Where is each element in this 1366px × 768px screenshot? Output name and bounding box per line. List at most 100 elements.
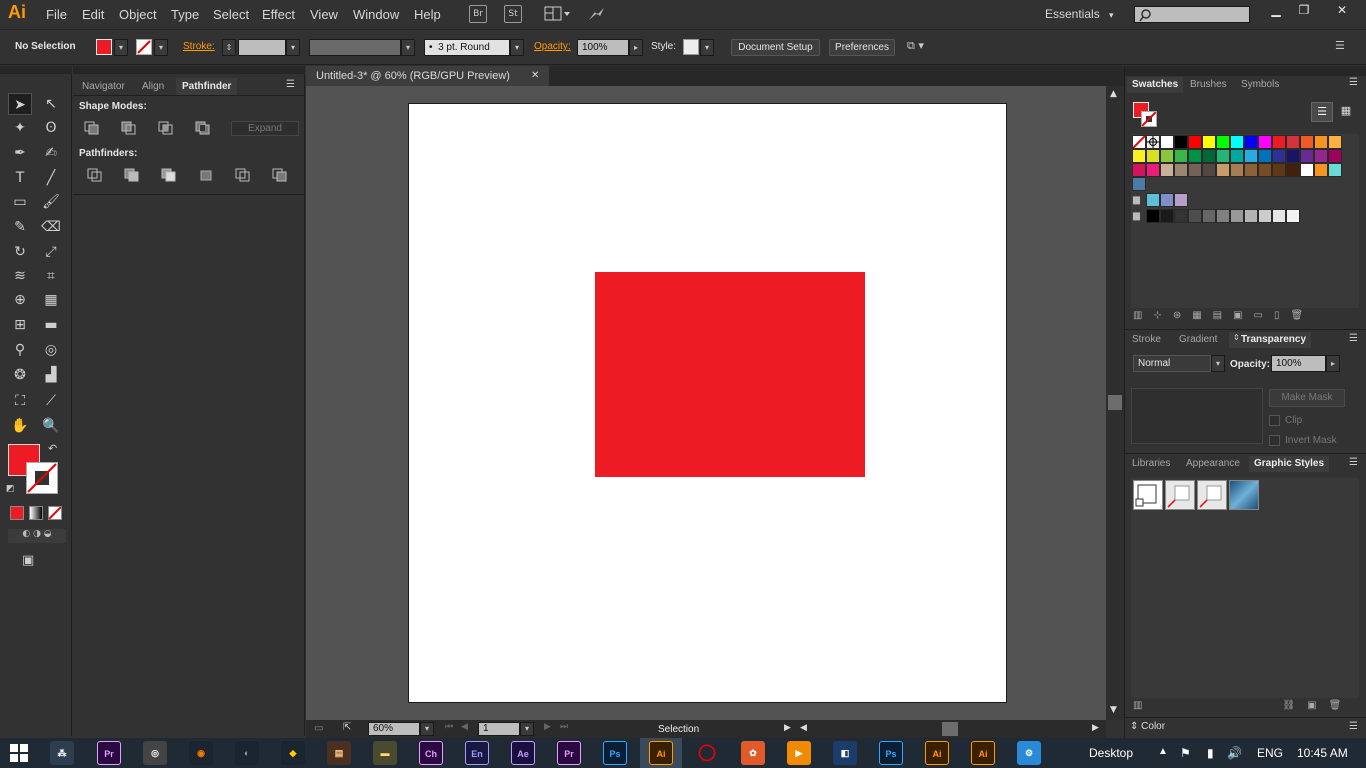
- color-swatch[interactable]: [1286, 149, 1300, 163]
- color-swatch[interactable]: [1174, 149, 1188, 163]
- color-swatch[interactable]: [1146, 163, 1160, 177]
- tab-transparency[interactable]: Transparency: [1229, 332, 1312, 348]
- horizontal-scroll-thumb[interactable]: [942, 722, 958, 736]
- opacity-slider-button[interactable]: ▸: [1326, 355, 1340, 372]
- panel-menu-icon[interactable]: ☰: [1349, 333, 1358, 344]
- perspective-grid-tool-icon[interactable]: ▦: [39, 289, 63, 311]
- opacity-label[interactable]: Opacity:: [534, 41, 571, 52]
- scroll-up-icon[interactable]: ▲: [1110, 89, 1117, 99]
- menu-file[interactable]: File: [46, 7, 67, 22]
- tab-navigator[interactable]: Navigator: [76, 78, 131, 95]
- paintbrush-tool-icon[interactable]: 🖌: [39, 191, 63, 213]
- first-artboard-icon[interactable]: ⏮: [445, 722, 453, 732]
- tab-symbols[interactable]: Symbols: [1236, 77, 1284, 93]
- intersect-icon[interactable]: [158, 121, 174, 135]
- panel-menu-icon[interactable]: ☰: [1349, 457, 1358, 468]
- scroll-right-icon[interactable]: ▶: [1092, 723, 1099, 733]
- gpu-performance-icon[interactable]: [587, 6, 607, 22]
- color-swatch[interactable]: [1146, 209, 1160, 223]
- menu-select[interactable]: Select: [213, 7, 249, 22]
- taskbar-app-1[interactable]: Ch: [419, 741, 443, 765]
- tab-brushes[interactable]: Brushes: [1185, 77, 1232, 93]
- style-default[interactable]: [1133, 480, 1163, 510]
- artboard-dropdown[interactable]: ▾: [520, 722, 534, 736]
- taskbar-app-7[interactable]: Ps: [879, 741, 903, 765]
- blend-tool-icon[interactable]: ◎: [39, 339, 63, 361]
- color-swatch[interactable]: [1272, 149, 1286, 163]
- mesh-tool-icon[interactable]: ⊞: [8, 314, 32, 336]
- menu-object[interactable]: Object: [119, 7, 157, 22]
- cinema4d-icon[interactable]: ◐: [235, 741, 259, 765]
- default-fill-stroke-icon[interactable]: ◩: [6, 484, 18, 496]
- curvature-tool-icon[interactable]: ✍: [39, 142, 63, 164]
- color-swatch[interactable]: [1160, 209, 1174, 223]
- color-panel-tab[interactable]: ⇕ Color: [1130, 721, 1165, 732]
- thumbnail-view-icon[interactable]: ▦: [1335, 102, 1357, 122]
- volume-icon[interactable]: 🔊: [1227, 746, 1242, 760]
- file-explorer-icon[interactable]: ▬: [373, 741, 397, 765]
- zoom-dropdown[interactable]: ▾: [420, 722, 434, 736]
- tab-libraries[interactable]: Libraries: [1127, 456, 1175, 472]
- fill-color-swatch[interactable]: [96, 39, 112, 55]
- taskbar-app-4[interactable]: Pr: [557, 741, 581, 765]
- taskbar-app-9[interactable]: Ai: [971, 741, 995, 765]
- selection-tool-icon[interactable]: ➤: [8, 93, 32, 115]
- color-swatch[interactable]: [1258, 135, 1272, 149]
- color-swatch[interactable]: [1300, 163, 1314, 177]
- app-icon[interactable]: ◎: [143, 741, 167, 765]
- crop-icon[interactable]: [198, 168, 214, 182]
- close-window-button[interactable]: ✕: [1328, 3, 1356, 19]
- stroke-color-box[interactable]: [26, 462, 58, 494]
- shape-builder-tool-icon[interactable]: ⊕: [8, 289, 32, 311]
- variable-width-dropdown[interactable]: ▾: [401, 39, 415, 56]
- taskbar-app-3[interactable]: Ae: [511, 741, 535, 765]
- color-swatch[interactable]: [1286, 209, 1300, 223]
- color-swatch[interactable]: [1160, 163, 1174, 177]
- desktop-toolbar-label[interactable]: Desktop: [1089, 746, 1133, 760]
- color-swatch[interactable]: [1230, 209, 1244, 223]
- artboard-tool-icon[interactable]: ⛶: [8, 390, 32, 412]
- color-swatch[interactable]: [1132, 163, 1146, 177]
- app-icon[interactable]: ⚙: [1017, 741, 1041, 765]
- style-outline[interactable]: [1197, 480, 1227, 510]
- swatch-registration[interactable]: [1146, 135, 1160, 149]
- tab-appearance[interactable]: Appearance: [1181, 456, 1245, 472]
- panel-menu-icon[interactable]: ☰: [286, 79, 295, 90]
- style-pattern[interactable]: [1229, 480, 1259, 510]
- app-icon[interactable]: ✿: [741, 741, 765, 765]
- search-stock-input[interactable]: [1134, 6, 1250, 23]
- magic-wand-tool-icon[interactable]: ✦: [8, 117, 32, 139]
- color-swatch[interactable]: [1328, 163, 1342, 177]
- restore-button[interactable]: ❐: [1290, 3, 1318, 19]
- opacity-field[interactable]: 100%: [577, 39, 629, 56]
- color-swatch[interactable]: [1202, 135, 1216, 149]
- last-artboard-icon[interactable]: ⏭: [560, 722, 568, 732]
- windows-start-icon[interactable]: [10, 744, 28, 762]
- tab-align[interactable]: Align: [136, 78, 170, 95]
- color-swatch[interactable]: [1202, 163, 1216, 177]
- app-icon[interactable]: ◧: [833, 741, 857, 765]
- tab-swatches[interactable]: Swatches: [1127, 77, 1184, 93]
- color-swatch[interactable]: [1314, 135, 1328, 149]
- network-icon[interactable]: ⚑: [1180, 746, 1191, 760]
- taskbar-app-6[interactable]: Ai: [649, 741, 673, 765]
- color-swatch[interactable]: [1244, 135, 1258, 149]
- preferences-button[interactable]: Preferences: [829, 39, 895, 56]
- blend-mode-select[interactable]: Normal: [1133, 355, 1211, 372]
- zoom-tool-icon[interactable]: 🔍: [39, 415, 63, 437]
- scroll-left-icon[interactable]: ◀: [800, 723, 807, 733]
- slice-tool-icon[interactable]: ⟋: [39, 390, 63, 412]
- outline-icon[interactable]: [235, 168, 251, 182]
- document-tab[interactable]: Untitled-3* @ 60% (RGB/GPU Preview) ✕: [306, 66, 549, 86]
- color-swatch[interactable]: [1258, 149, 1272, 163]
- pen-tool-icon[interactable]: ✒: [8, 142, 32, 164]
- warp-tool-icon[interactable]: ≋: [8, 265, 32, 287]
- menu-effect[interactable]: Effect: [262, 7, 295, 22]
- taskbar-app-2[interactable]: En: [465, 741, 489, 765]
- color-mode-button[interactable]: [10, 506, 24, 520]
- active-stroke-swatch[interactable]: [1141, 111, 1157, 127]
- stroke-weight-stepper[interactable]: ⇕: [222, 39, 236, 56]
- color-swatch[interactable]: [1300, 149, 1314, 163]
- color-swatch[interactable]: [1272, 135, 1286, 149]
- app-icon[interactable]: ▤: [327, 741, 351, 765]
